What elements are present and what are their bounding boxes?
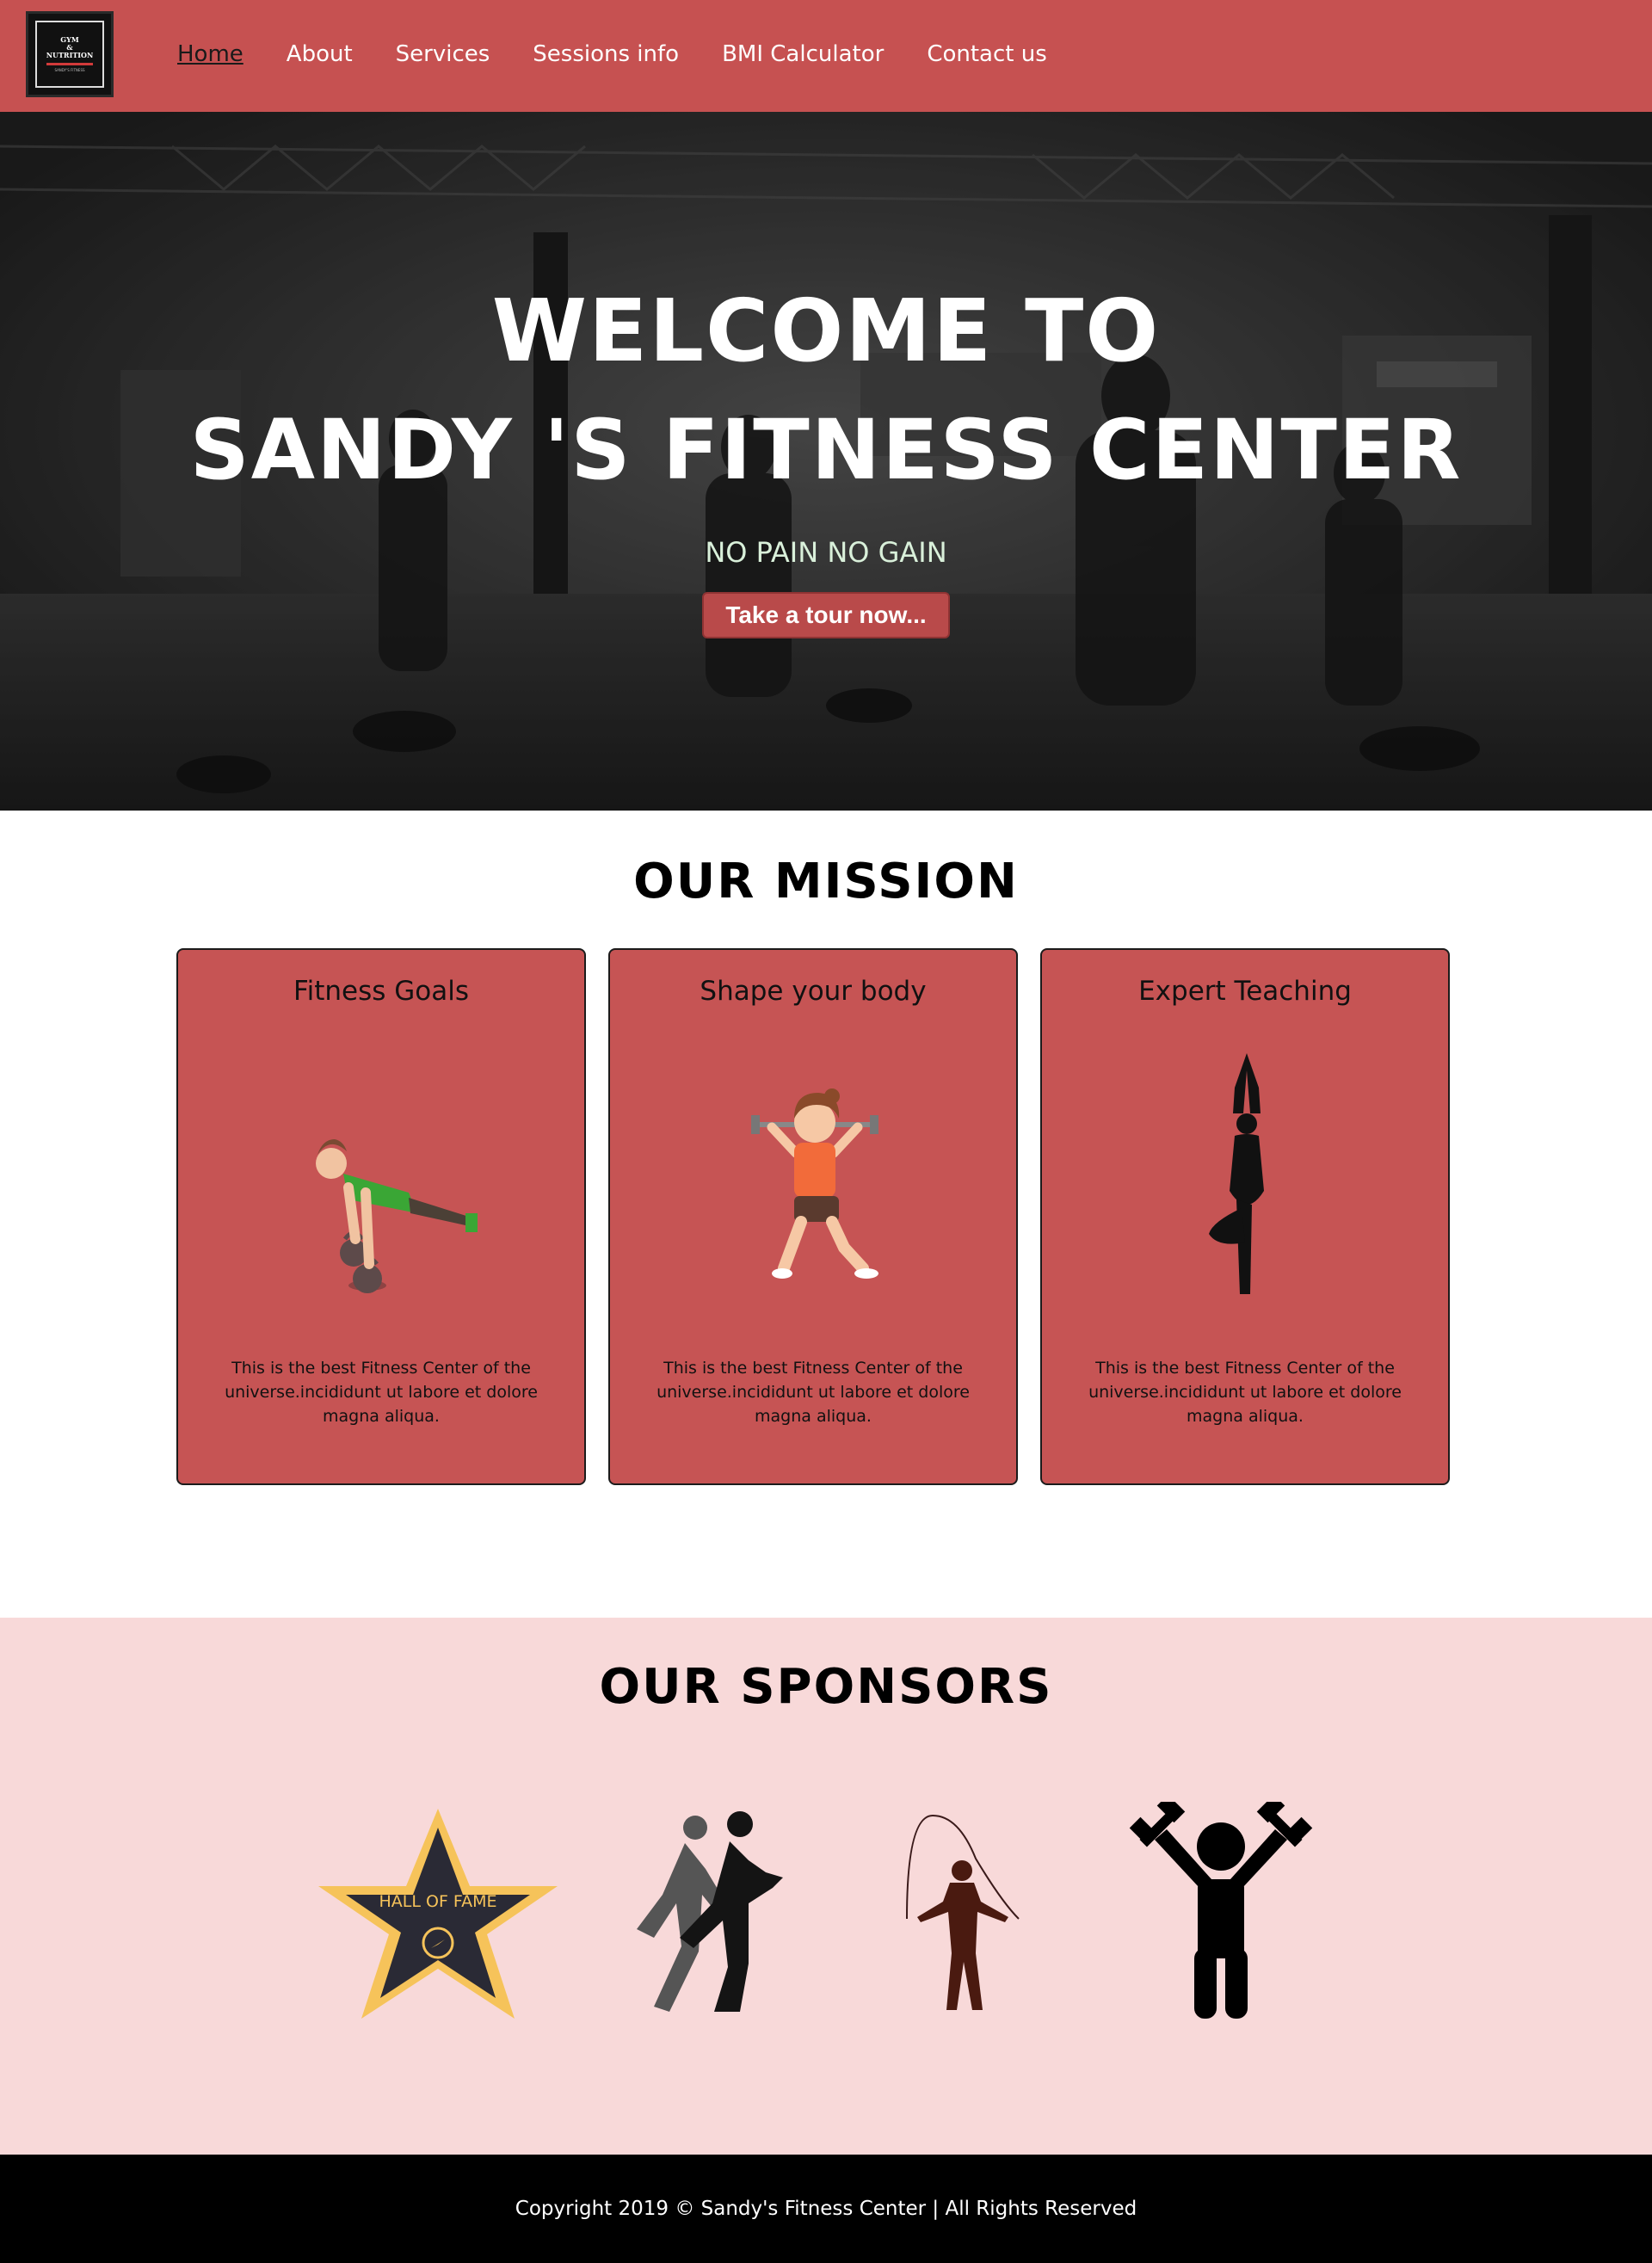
hero-title-line2: SANDY 'S FITNESS CENTER bbox=[189, 402, 1463, 498]
card-title: Shape your body bbox=[700, 976, 927, 1007]
navbar: GYM & NUTRITION SANDY'S FITNESS Home Abo… bbox=[0, 0, 1652, 112]
hall-of-fame-star-icon[interactable]: HALL OF FAME bbox=[315, 1804, 561, 2024]
card-text: This is the best Fitness Center of the u… bbox=[225, 1359, 538, 1426]
hero-content: WELCOME TO SANDY 'S FITNESS CENTER NO PA… bbox=[0, 112, 1652, 811]
card-title: Fitness Goals bbox=[293, 976, 469, 1007]
main-nav: Home About Services Sessions info BMI Ca… bbox=[177, 41, 1047, 67]
nav-contact-link[interactable]: Contact us bbox=[927, 41, 1046, 67]
logo-frame: GYM & NUTRITION SANDY'S FITNESS bbox=[35, 21, 104, 88]
take-tour-button[interactable]: Take a tour now... bbox=[702, 592, 950, 638]
nav-home-link[interactable]: Home bbox=[177, 41, 243, 67]
sponsors-title: OUR SPONSORS bbox=[599, 1659, 1053, 1715]
brand-logo[interactable]: GYM & NUTRITION SANDY'S FITNESS bbox=[26, 11, 114, 97]
hero-title-line1: WELCOME TO bbox=[491, 281, 1161, 381]
logo-tagline: SANDY'S FITNESS bbox=[54, 68, 85, 72]
hero-tagline: NO PAIN NO GAIN bbox=[705, 536, 947, 569]
mission-card: Shape your body This is the best Fitness… bbox=[608, 948, 1018, 1485]
mission-section: OUR MISSION Fitness Goals This is the be… bbox=[0, 811, 1652, 1618]
mission-title: OUR MISSION bbox=[633, 854, 1019, 910]
mission-card: Expert Teaching This is the best Fitness… bbox=[1040, 948, 1450, 1485]
hall-of-fame-text: HALL OF FAME bbox=[379, 1892, 497, 1911]
dumbbell-lunge-icon bbox=[751, 1088, 878, 1279]
card-text: This is the best Fitness Center of the u… bbox=[1088, 1359, 1402, 1426]
card-text: This is the best Fitness Center of the u… bbox=[656, 1359, 970, 1426]
mission-card: Fitness Goals This is the best Fitness C… bbox=[176, 948, 586, 1485]
hero-section: WELCOME TO SANDY 'S FITNESS CENTER NO PA… bbox=[0, 112, 1652, 811]
nav-bmi-link[interactable]: BMI Calculator bbox=[722, 41, 884, 67]
nav-about-link[interactable]: About bbox=[287, 41, 353, 67]
logo-text-3: NUTRITION bbox=[46, 51, 94, 59]
logo-accent-bar bbox=[46, 63, 93, 65]
runners-icon[interactable] bbox=[620, 1809, 792, 2020]
site-footer: Copyright 2019 © Sandy's Fitness Center … bbox=[0, 2155, 1652, 2263]
mission-cards: Fitness Goals This is the best Fitness C… bbox=[176, 948, 1450, 1485]
sponsors-section: OUR SPONSORS HALL OF FAME bbox=[0, 1618, 1652, 2155]
card-title: Expert Teaching bbox=[1138, 976, 1352, 1007]
nav-services-link[interactable]: Services bbox=[396, 41, 490, 67]
copyright-text: Copyright 2019 © Sandy's Fitness Center … bbox=[515, 2198, 1137, 2220]
dumbbell-lifter-icon[interactable] bbox=[1129, 1802, 1313, 2022]
yoga-tree-pose-icon bbox=[1209, 1053, 1264, 1294]
pushup-kettlebell-icon bbox=[316, 1139, 478, 1293]
nav-sessions-link[interactable]: Sessions info bbox=[533, 41, 679, 67]
